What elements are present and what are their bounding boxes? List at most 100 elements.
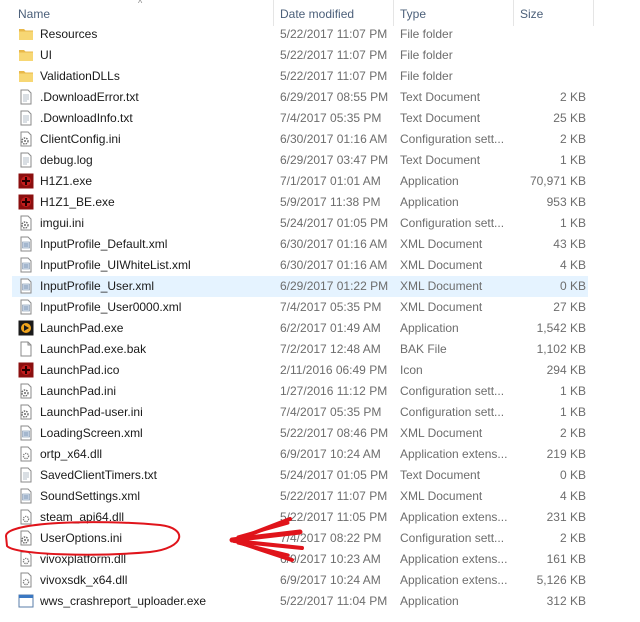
text-file-icon [18, 467, 34, 483]
file-size: 0 KB [559, 279, 586, 293]
file-row[interactable]: LaunchPad-user.ini 7/4/2017 05:35 PM Confi… [12, 402, 588, 423]
file-row[interactable]: .DownloadError.txt 6/29/2017 08:55 PM Text… [12, 87, 588, 108]
text-file-icon [18, 152, 34, 168]
file-row[interactable]: LoadingScreen.xml 5/22/2017 08:46 PM XML D… [12, 423, 588, 444]
file-name: wws_crashreport_uploader.exe [40, 594, 207, 608]
file-row[interactable]: InputProfile_Default.xml 6/30/2017 01:16 … [12, 234, 588, 255]
file-row[interactable]: UI 5/22/2017 11:07 PM File folder [12, 45, 588, 66]
file-type: Application [400, 174, 459, 188]
file-size: 1 KB [559, 153, 586, 167]
file-type: Configuration sett... [400, 405, 505, 419]
sort-ascending-icon[interactable]: ^ [138, 0, 142, 8]
file-name: debug.log [40, 153, 93, 167]
file-size: 219 KB [546, 447, 586, 461]
file-row[interactable]: debug.log 6/29/2017 03:47 PM Text Document… [12, 150, 588, 171]
file-name: LoadingScreen.xml [40, 426, 143, 440]
file-size: 1 KB [559, 216, 586, 230]
file-date-modified: 2/11/2016 06:49 PM [280, 363, 388, 377]
file-row[interactable]: LaunchPad.ini 1/27/2016 11:12 PM Configura… [12, 381, 588, 402]
file-row[interactable]: LaunchPad.ico 2/11/2016 06:49 PM Icon 294 K… [12, 360, 588, 381]
file-row[interactable]: wws_crashreport_uploader.exe 5/22/2017 11… [12, 591, 588, 612]
column-divider[interactable] [593, 0, 594, 26]
file-row[interactable]: InputProfile_User.xml 6/29/2017 01:22 PM X… [12, 276, 588, 297]
file-row[interactable]: InputProfile_User0000.xml 7/4/2017 05:35 … [12, 297, 588, 318]
dll-file-icon [18, 551, 34, 567]
file-date-modified: 5/22/2017 11:07 PM [280, 489, 388, 503]
blank-file-icon [18, 341, 34, 357]
file-date-modified: 7/4/2017 05:35 PM [280, 405, 382, 419]
file-size: 4 KB [559, 258, 586, 272]
file-type: XML Document [400, 279, 483, 293]
file-row[interactable]: LaunchPad.exe.bak 7/2/2017 12:48 AM BAK Fi… [12, 339, 588, 360]
column-divider[interactable] [273, 0, 274, 26]
file-row[interactable]: LaunchPad.exe 6/2/2017 01:49 AM Applicatio… [12, 318, 588, 339]
file-date-modified: 5/22/2017 11:05 PM [280, 510, 388, 524]
file-row[interactable]: H1Z1.exe 7/1/2017 01:01 AM Application 70,9… [12, 171, 588, 192]
file-date-modified: 1/27/2016 11:12 PM [280, 384, 388, 398]
file-row[interactable]: ValidationDLLs 5/22/2017 11:07 PM File fol… [12, 66, 588, 87]
file-size: 1 KB [559, 405, 586, 419]
dll-file-icon [18, 572, 34, 588]
file-type: File folder [400, 69, 453, 83]
file-type: Icon [400, 363, 423, 377]
file-size: 4 KB [559, 489, 586, 503]
dll-file-icon [18, 446, 34, 462]
file-date-modified: 7/4/2017 05:35 PM [280, 300, 382, 314]
column-header-date-modified[interactable]: Date modified [280, 6, 354, 24]
h1z1-app-icon [18, 173, 34, 189]
file-type: Configuration sett... [400, 132, 505, 146]
file-row[interactable]: steam_api64.dll 5/22/2017 11:05 PM Applica… [12, 507, 588, 528]
file-row[interactable]: SavedClientTimers.txt 5/24/2017 01:05 PM T… [12, 465, 588, 486]
file-type: Application extens... [400, 573, 508, 587]
column-header-type[interactable]: Type [400, 6, 426, 24]
file-date-modified: 6/9/2017 10:23 AM [280, 552, 381, 566]
file-size: 161 KB [546, 552, 586, 566]
file-row[interactable]: H1Z1_BE.exe 5/9/2017 11:38 PM Application 9… [12, 192, 588, 213]
file-row[interactable]: SoundSettings.xml 5/22/2017 11:07 PM XML D… [12, 486, 588, 507]
file-row[interactable]: UserOptions.ini 7/4/2017 08:22 PM Configur… [12, 528, 588, 549]
file-size: 953 KB [546, 195, 586, 209]
column-header-name[interactable]: Name [18, 6, 50, 24]
column-divider[interactable] [513, 0, 514, 26]
config-file-icon [18, 131, 34, 147]
file-row[interactable]: ClientConfig.ini 6/30/2017 01:16 AM Config… [12, 129, 588, 150]
file-name: InputProfile_User.xml [40, 279, 155, 293]
file-name: vivoxsdk_x64.dll [40, 573, 128, 587]
xml-file-icon [18, 488, 34, 504]
file-size: 0 KB [559, 468, 586, 482]
file-type: Text Document [400, 468, 481, 482]
column-header-size[interactable]: Size [520, 6, 543, 24]
text-file-icon [18, 110, 34, 126]
column-divider[interactable] [393, 0, 394, 26]
file-type: Text Document [400, 111, 481, 125]
file-name: InputProfile_UIWhiteList.xml [40, 258, 191, 272]
xml-file-icon [18, 425, 34, 441]
file-row[interactable]: Resources 5/22/2017 11:07 PM File folder [12, 24, 588, 45]
file-date-modified: 5/24/2017 01:05 PM [280, 468, 389, 482]
file-date-modified: 6/30/2017 01:16 AM [280, 237, 388, 251]
file-size: 2 KB [559, 426, 586, 440]
file-name: InputProfile_User0000.xml [40, 300, 182, 314]
h1z1-app-icon [18, 194, 34, 210]
file-explorer-window: ^ Name Date modified Type Size Resources… [0, 0, 640, 622]
file-name: LaunchPad.ico [40, 363, 120, 377]
file-type: XML Document [400, 258, 483, 272]
file-size: 25 KB [553, 111, 586, 125]
text-file-icon [18, 89, 34, 105]
file-type: Application [400, 195, 459, 209]
file-name: InputProfile_Default.xml [40, 237, 168, 251]
file-row[interactable]: ortp_x64.dll 6/9/2017 10:24 AM Application… [12, 444, 588, 465]
config-file-icon [18, 215, 34, 231]
file-name: .DownloadError.txt [40, 90, 139, 104]
file-row[interactable]: vivoxplatform.dll 6/9/2017 10:23 AM Applic… [12, 549, 588, 570]
file-type: File folder [400, 48, 453, 62]
file-size: 5,126 KB [536, 573, 586, 587]
file-size: 231 KB [546, 510, 586, 524]
file-type: Configuration sett... [400, 216, 505, 230]
xml-file-icon [18, 278, 34, 294]
file-row[interactable]: vivoxsdk_x64.dll 6/9/2017 10:24 AM Applica… [12, 570, 588, 591]
folder-icon [18, 47, 34, 63]
file-row[interactable]: .DownloadInfo.txt 7/4/2017 05:35 PM Text D… [12, 108, 588, 129]
file-row[interactable]: InputProfile_UIWhiteList.xml 6/30/2017 01… [12, 255, 588, 276]
file-row[interactable]: imgui.ini 5/24/2017 01:05 PM Configuration… [12, 213, 588, 234]
